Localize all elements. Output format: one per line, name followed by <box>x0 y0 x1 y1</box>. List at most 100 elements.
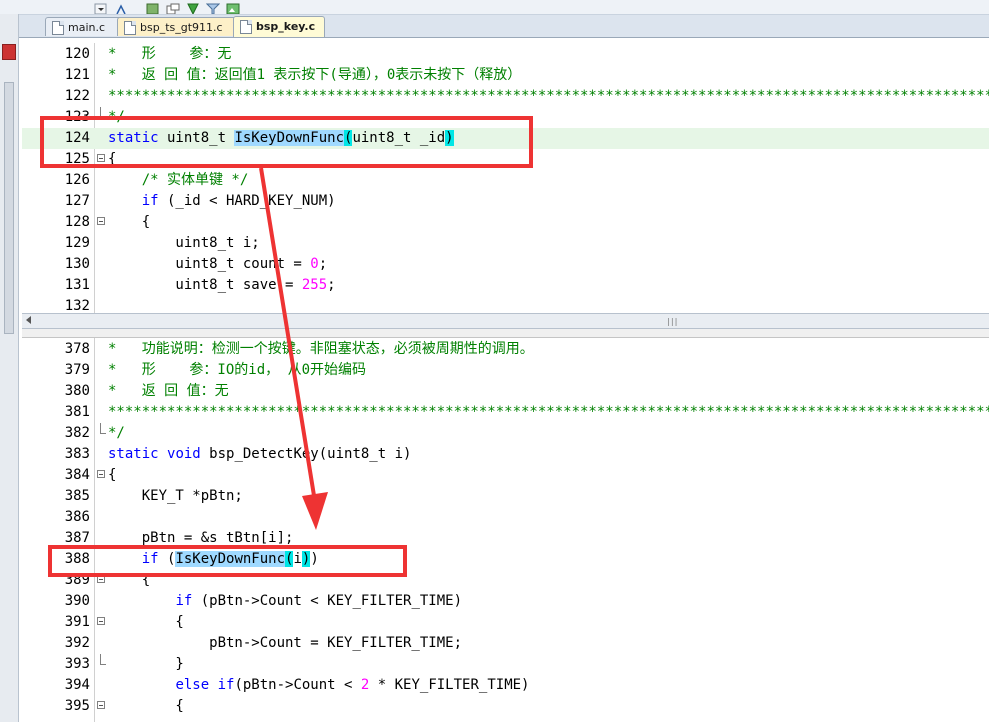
code-text[interactable]: pBtn->Count = KEY_FILTER_TIME; <box>108 633 462 654</box>
line-number: 128 <box>64 214 90 230</box>
line-number: 378 <box>64 341 90 357</box>
code-text[interactable]: * 返 回 值：无 <box>108 381 229 402</box>
annotation-box-call <box>48 545 407 577</box>
line-number: 120 <box>64 46 90 62</box>
line-number: 381 <box>64 404 90 420</box>
line-number: 393 <box>64 656 90 672</box>
line-number: 126 <box>64 172 90 188</box>
scroll-left-icon[interactable] <box>26 316 31 324</box>
code-text[interactable]: * 形 参：IO的id， 从0开始编码 <box>108 360 366 381</box>
code-text[interactable]: KEY_T *pBtn; <box>108 486 243 507</box>
tab-label: bsp_key.c <box>256 20 316 33</box>
annotation-box-definition <box>40 116 533 168</box>
code-line[interactable]: 382 */ <box>22 423 989 444</box>
panel-close-icon[interactable] <box>2 44 16 60</box>
code-line[interactable]: 379 * 形 参：IO的id， 从0开始编码 <box>22 360 989 381</box>
line-number: 130 <box>64 256 90 272</box>
code-line[interactable]: 384 { <box>22 465 989 486</box>
code-text[interactable]: { <box>108 696 183 717</box>
code-line[interactable]: 383 static void bsp_DetectKey(uint8_t i) <box>22 444 989 465</box>
code-line[interactable]: 130 uint8_t count = 0; <box>22 254 989 275</box>
code-line[interactable]: 378 * 功能说明：检测一个按键。非阻塞状态，必须被周期性的调用。 <box>22 339 989 360</box>
code-line[interactable]: 385 KEY_T *pBtn; <box>22 486 989 507</box>
file-icon <box>52 21 64 35</box>
line-number: 391 <box>64 614 90 630</box>
editor-tab-bar: main.c bsp_ts_gt911.c bsp_key.c <box>19 15 989 38</box>
code-text[interactable]: { <box>108 612 183 633</box>
code-text[interactable]: uint8_t i; <box>108 233 259 254</box>
code-text[interactable]: uint8_t count = 0; <box>108 254 327 275</box>
code-line[interactable]: 380 * 返 回 值：无 <box>22 381 989 402</box>
code-line[interactable]: 120 * 形 参：无 <box>22 44 989 65</box>
code-line[interactable]: 394 else if(pBtn->Count < 2 * KEY_FILTER… <box>22 675 989 696</box>
code-line[interactable]: 126 /* 实体单键 */ <box>22 170 989 191</box>
code-line[interactable]: 122 *************************************… <box>22 86 989 107</box>
code-line[interactable]: 127 if (_id < HARD_KEY_NUM) <box>22 191 989 212</box>
toolbar <box>0 0 989 15</box>
code-text[interactable]: if (_id < HARD_KEY_NUM) <box>108 191 336 212</box>
filter-icon[interactable] <box>205 0 221 14</box>
pane-splitter[interactable] <box>22 329 989 338</box>
code-text[interactable]: { <box>108 212 150 233</box>
fold-toggle-icon[interactable] <box>97 470 105 478</box>
code-line[interactable]: 121 * 返 回 值：返回值1 表示按下(导通），0表示未按下（释放） <box>22 65 989 86</box>
line-number: 390 <box>64 593 90 609</box>
branch-icon[interactable] <box>114 0 128 14</box>
line-number: 127 <box>64 193 90 209</box>
fold-toggle-icon[interactable] <box>97 217 105 225</box>
line-number: 392 <box>64 635 90 651</box>
code-text[interactable]: ****************************************… <box>108 402 989 423</box>
code-line[interactable]: 392 pBtn->Count = KEY_FILTER_TIME; <box>22 633 989 654</box>
tab-bsp-key-c[interactable]: bsp_key.c <box>233 16 325 37</box>
code-text[interactable]: /* 实体单键 */ <box>108 170 249 191</box>
fold-toggle-icon[interactable] <box>97 701 105 709</box>
code-text[interactable]: */ <box>108 423 125 444</box>
code-line[interactable]: 381 *************************************… <box>22 402 989 423</box>
code-line[interactable]: 131 uint8_t save = 255; <box>22 275 989 296</box>
code-line[interactable]: 129 uint8_t i; <box>22 233 989 254</box>
code-line[interactable]: 132 <box>22 296 989 313</box>
code-text[interactable]: else if(pBtn->Count < 2 * KEY_FILTER_TIM… <box>108 675 529 696</box>
code-text[interactable]: static void bsp_DetectKey(uint8_t i) <box>108 444 411 465</box>
line-number: 394 <box>64 677 90 693</box>
code-text[interactable]: } <box>108 654 183 675</box>
horizontal-scrollbar[interactable]: ||| <box>22 313 989 329</box>
left-panel-strip <box>0 14 19 722</box>
panel-scrollbar[interactable] <box>4 82 14 334</box>
fold-end-icon <box>100 423 106 434</box>
code-text[interactable]: { <box>108 465 116 486</box>
editor-pane-top[interactable]: 120 * 形 参：无 121 * 返 回 值：返回值1 表示按下(导通），0表示未按… <box>22 43 989 313</box>
windows-icon[interactable] <box>166 0 180 14</box>
line-number: 122 <box>64 88 90 104</box>
window-icon[interactable] <box>146 0 160 14</box>
code-text[interactable]: * 返 回 值：返回值1 表示按下(导通），0表示未按下（释放） <box>108 65 521 86</box>
code-text[interactable]: * 形 参：无 <box>108 44 231 65</box>
code-text[interactable]: if (pBtn->Count < KEY_FILTER_TIME) <box>108 591 462 612</box>
code-line[interactable]: 391 { <box>22 612 989 633</box>
code-text[interactable]: ****************************************… <box>108 86 989 107</box>
line-number: 395 <box>64 698 90 714</box>
line-number: 129 <box>64 235 90 251</box>
file-icon <box>124 21 136 35</box>
line-number: 131 <box>64 277 90 293</box>
line-number: 384 <box>64 467 90 483</box>
line-number: 386 <box>64 509 90 525</box>
download-arrow-icon[interactable] <box>186 0 200 14</box>
code-line[interactable]: 393 } <box>22 654 989 675</box>
line-number: 383 <box>64 446 90 462</box>
line-number: 121 <box>64 67 90 83</box>
scroll-grip-icon[interactable]: ||| <box>666 317 678 326</box>
fold-toggle-icon[interactable] <box>97 617 105 625</box>
editor-pane-bottom[interactable]: 378 * 功能说明：检测一个按键。非阻塞状态，必须被周期性的调用。 379 * 形 … <box>22 338 989 722</box>
code-text[interactable]: * 功能说明：检测一个按键。非阻塞状态，必须被周期性的调用。 <box>108 339 534 360</box>
image-icon[interactable] <box>226 0 240 14</box>
line-number: 379 <box>64 362 90 378</box>
code-line[interactable]: 386 <box>22 507 989 528</box>
code-line[interactable]: 128 { <box>22 212 989 233</box>
code-text[interactable]: uint8_t save = 255; <box>108 275 335 296</box>
line-number: 380 <box>64 383 90 399</box>
dropdown-arrow-icon[interactable] <box>94 0 108 14</box>
line-number: 382 <box>64 425 90 441</box>
code-line[interactable]: 395 { <box>22 696 989 717</box>
code-line[interactable]: 390 if (pBtn->Count < KEY_FILTER_TIME) <box>22 591 989 612</box>
